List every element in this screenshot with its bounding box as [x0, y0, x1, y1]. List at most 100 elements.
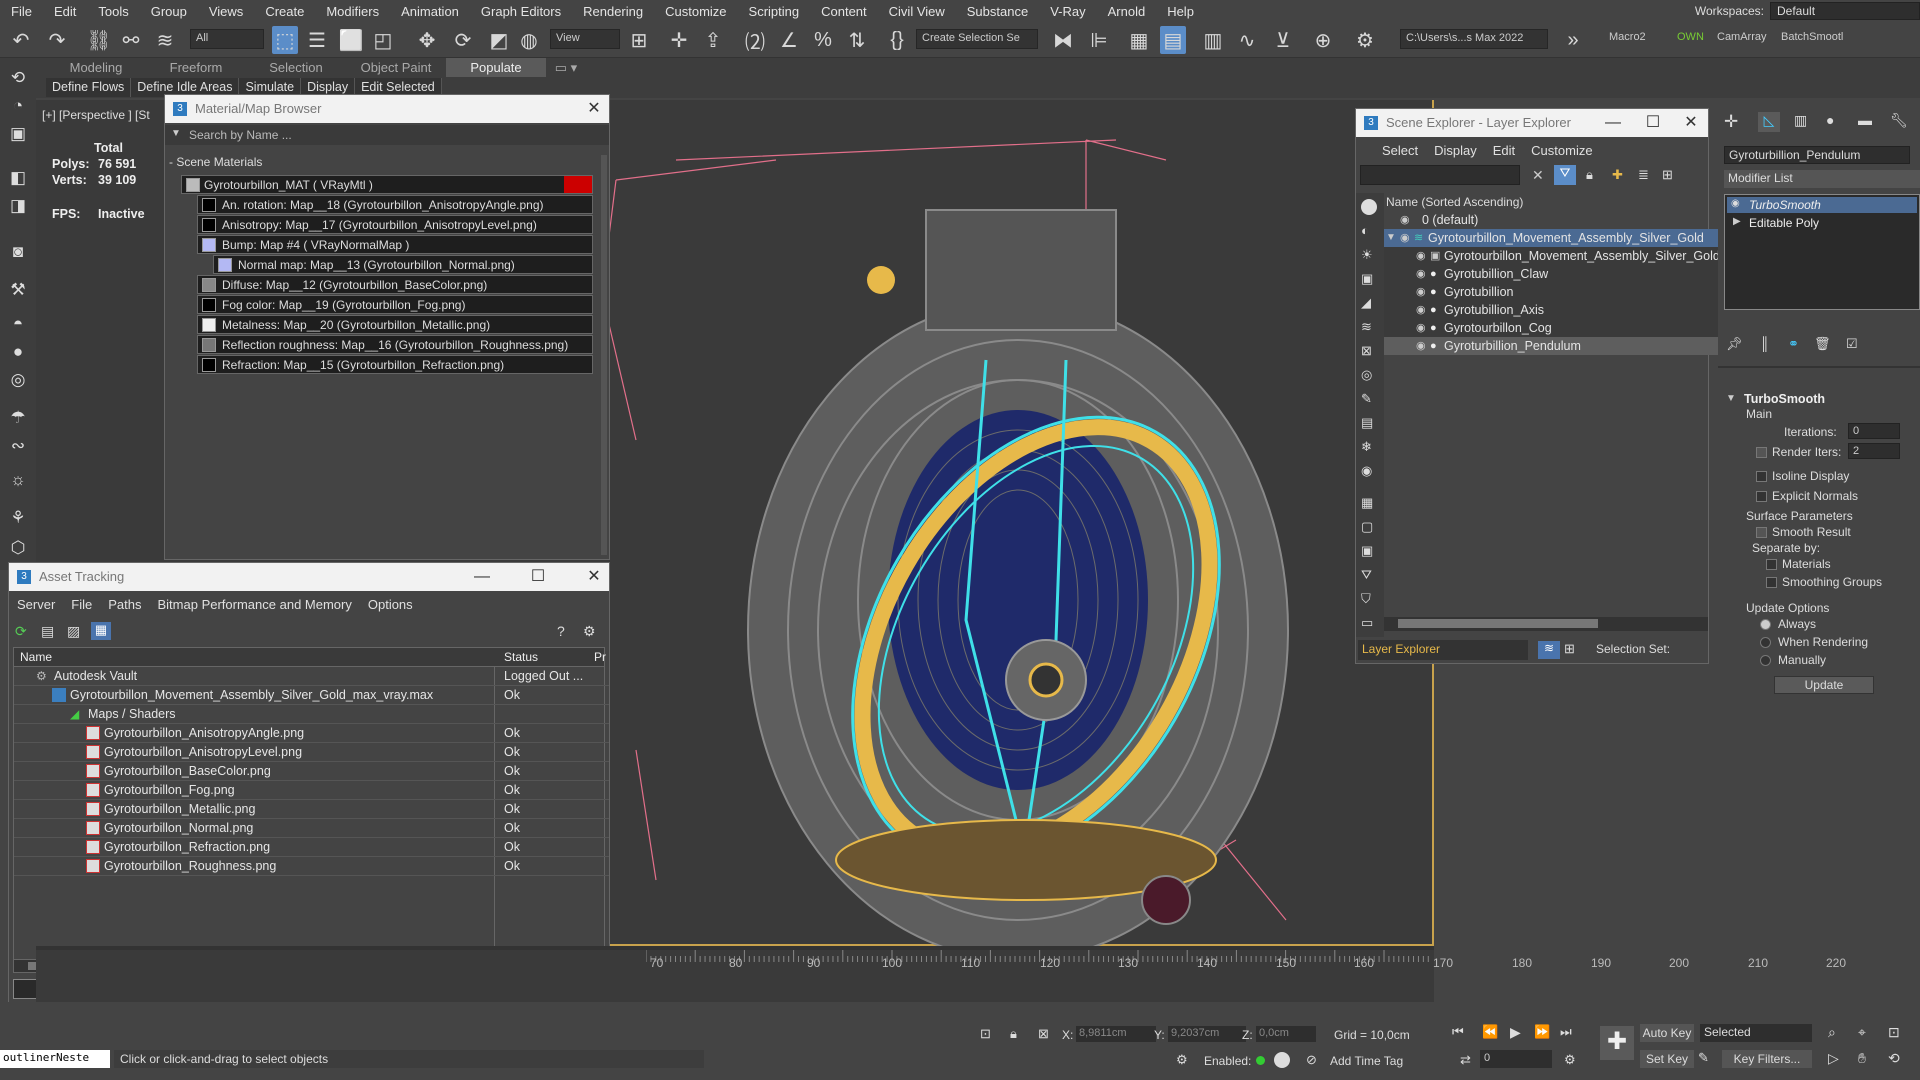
angle-snap-icon[interactable]: ∠	[776, 26, 802, 54]
fluid-icon[interactable]: ∾	[6, 436, 30, 458]
hierarchy-tab-icon[interactable]: ▥	[1794, 112, 1807, 129]
globe-icon[interactable]: ◎	[6, 370, 30, 392]
toggle-scene-explorer-icon[interactable]: ▤	[1160, 26, 1186, 54]
bones-filter-icon[interactable]: ✎	[1361, 391, 1377, 407]
material-row-map[interactable]: Refraction: Map__15 (Gyrotourbillon_Refr…	[197, 355, 593, 374]
select-object-icon[interactable]: ⬚	[272, 26, 298, 54]
menu-group[interactable]: Group	[140, 4, 198, 19]
select-by-name-icon[interactable]: ☰	[304, 26, 330, 54]
zoom-all-icon[interactable]: ⌖	[1858, 1024, 1866, 1041]
pin-stack-icon[interactable]: 📌︎	[1726, 336, 1743, 352]
align-icon[interactable]: ⊫	[1086, 26, 1112, 54]
key-selection-dropdown[interactable]: Selected	[1700, 1024, 1812, 1042]
orbit-view-icon[interactable]: ⟲	[1888, 1050, 1900, 1067]
scene-column-header[interactable]: Name (Sorted Ascending)	[1384, 193, 1708, 211]
list-item[interactable]: ◉ 0 (default)	[1384, 211, 1739, 229]
column-status[interactable]: Status	[504, 650, 538, 664]
material-row-map[interactable]: Fog color: Map__19 (Gyrotourbillon_Fog.p…	[197, 295, 593, 314]
display-tab-icon[interactable]: ▬	[1858, 112, 1872, 128]
material-editor-icon[interactable]: ⊕	[1310, 26, 1336, 54]
material-row-root[interactable]: Gyrotourbillon_MAT ( VRayMtl )	[181, 175, 593, 194]
keyboard-shortcut-icon[interactable]: ⇪	[700, 26, 726, 54]
play-icon[interactable]: ▶	[1510, 1024, 1521, 1041]
unlink-icon[interactable]: ⚯	[118, 26, 144, 54]
modifier-editable-poly[interactable]: ▶ Editable Poly	[1727, 215, 1917, 231]
rect-selection-icon[interactable]: ⬜	[338, 26, 364, 54]
previous-frame-icon[interactable]: ⏪	[1482, 1024, 1498, 1040]
snaps-icon[interactable]: ⑵	[742, 26, 768, 54]
tab-selection[interactable]: Selection	[246, 58, 346, 77]
asset-tracking-titlebar[interactable]: 3 Asset Tracking — ☐ ✕	[9, 563, 609, 591]
go-to-start-icon[interactable]: ⏮	[1452, 1024, 1464, 1040]
time-config-icon[interactable]	[1274, 1052, 1290, 1068]
spinner-snap-icon[interactable]: ⇅	[844, 26, 870, 54]
edit-named-sel-icon[interactable]: {}	[884, 26, 910, 54]
groups-filter-icon[interactable]: ⊠	[1361, 343, 1377, 359]
menu-create[interactable]: Create	[254, 4, 315, 19]
workspaces-dropdown[interactable]: Default	[1770, 2, 1920, 20]
display-all-icon[interactable]: ▦	[1361, 495, 1377, 511]
motion-tab-icon[interactable]: ●	[1826, 112, 1834, 128]
maximize-icon[interactable]: ☐	[1638, 109, 1668, 137]
more-tools-icon[interactable]: »	[1560, 26, 1586, 54]
new-layer-icon[interactable]: ✚	[1612, 167, 1623, 183]
y-coord-field[interactable]: 9,2037cm	[1168, 1026, 1246, 1042]
make-unique-icon[interactable]: ⚭	[1788, 336, 1799, 352]
folder-icon[interactable]: ▭	[1361, 615, 1377, 631]
render-setup-icon[interactable]: ⚙	[1352, 26, 1378, 54]
define-flows-button[interactable]: Define Flows	[46, 78, 132, 97]
material-row-map[interactable]: Bump: Map #4 ( VRayNormalMap )	[197, 235, 593, 254]
link-icon[interactable]: ⛓	[86, 26, 112, 54]
thumbnail-icon[interactable]: ▨	[67, 623, 80, 640]
frozen-filter-icon[interactable]: ❄	[1361, 439, 1377, 455]
field-of-view-icon[interactable]: ▷	[1828, 1050, 1839, 1067]
grass-icon[interactable]: ⚘	[6, 508, 30, 530]
helpers-filter-icon[interactable]: ◢	[1361, 295, 1377, 311]
always-radio[interactable]	[1760, 619, 1771, 630]
batchsmooth-button[interactable]: BatchSmootl	[1776, 29, 1850, 49]
layers-icon[interactable]: ◧	[6, 168, 30, 190]
table-row[interactable]: Gyrotourbillon_Fog.png Ok	[14, 781, 609, 800]
menu-civil-view[interactable]: Civil View	[878, 4, 956, 19]
menu-vray[interactable]: V-Ray	[1039, 4, 1096, 19]
create-tab-icon[interactable]: ✛	[1724, 112, 1738, 132]
schematic-icon[interactable]: ⊻	[1270, 26, 1296, 54]
menu-animation[interactable]: Animation	[390, 4, 470, 19]
scene-explorer-titlebar[interactable]: 3 Scene Explorer - Layer Explorer — ☐ ✕	[1356, 109, 1708, 137]
manually-radio[interactable]	[1760, 655, 1771, 666]
menu-substance[interactable]: Substance	[956, 4, 1039, 19]
turbosmooth-rollout-title[interactable]: TurboSmooth	[1744, 392, 1825, 406]
ribbon-options-icon[interactable]: ▭ ▾	[546, 58, 586, 77]
menu-options[interactable]: Options	[360, 597, 421, 612]
containers-filter-icon[interactable]: ▤	[1361, 415, 1377, 431]
rollout-collapse-icon[interactable]: ▼	[1726, 393, 1736, 404]
menu-file[interactable]: File	[0, 4, 43, 19]
menu-scripting[interactable]: Scripting	[738, 4, 811, 19]
hammer-icon[interactable]: ⚒	[6, 280, 30, 302]
material-search-input[interactable]: Search by Name ...	[189, 128, 292, 142]
placement-icon[interactable]: ◍	[516, 26, 542, 54]
object-name-field[interactable]: Gyroturbillion_Pendulum	[1724, 146, 1910, 164]
list-item-selected-layer[interactable]: ▼ ◉ ≋ Gyrotourbillon_Movement_Assembly_Silv…	[1384, 229, 1739, 247]
pan-icon[interactable]: ✋︎	[1858, 1050, 1866, 1067]
x-coord-field[interactable]: 8,9811cm	[1076, 1026, 1156, 1042]
visibility-eye-icon[interactable]: ◉	[1400, 214, 1412, 226]
lamp-icon[interactable]: ☂	[6, 408, 30, 430]
objects-icon[interactable]: ◨	[6, 196, 30, 218]
auto-key-button[interactable]: Auto Key	[1640, 1024, 1694, 1042]
ribbon-icon[interactable]: ▥	[1200, 26, 1226, 54]
table-row[interactable]: Gyrotourbillon_BaseColor.png Ok	[14, 762, 609, 781]
list-item[interactable]: ◉ ● Gyrotourbillon_Cog	[1384, 319, 1739, 337]
clear-search-icon[interactable]: ✕	[1532, 167, 1544, 184]
render-iters-checkbox[interactable]	[1756, 447, 1767, 458]
scene-materials-header[interactable]: - Scene Materials	[169, 155, 262, 169]
hierarchy-icon[interactable]: ⊞	[1662, 167, 1673, 183]
menu-arnold[interactable]: Arnold	[1097, 4, 1157, 19]
materials-checkbox[interactable]	[1766, 559, 1777, 570]
tab-modeling[interactable]: Modeling	[46, 58, 146, 77]
window-crossing-icon[interactable]: ◰	[370, 26, 396, 54]
layers-stack-icon[interactable]: ≣	[1638, 167, 1649, 183]
render-iters-spinner[interactable]: 2	[1848, 443, 1900, 459]
key-filters-button[interactable]: Key Filters...	[1722, 1050, 1812, 1068]
table-view-icon[interactable]: ▦	[91, 622, 111, 640]
